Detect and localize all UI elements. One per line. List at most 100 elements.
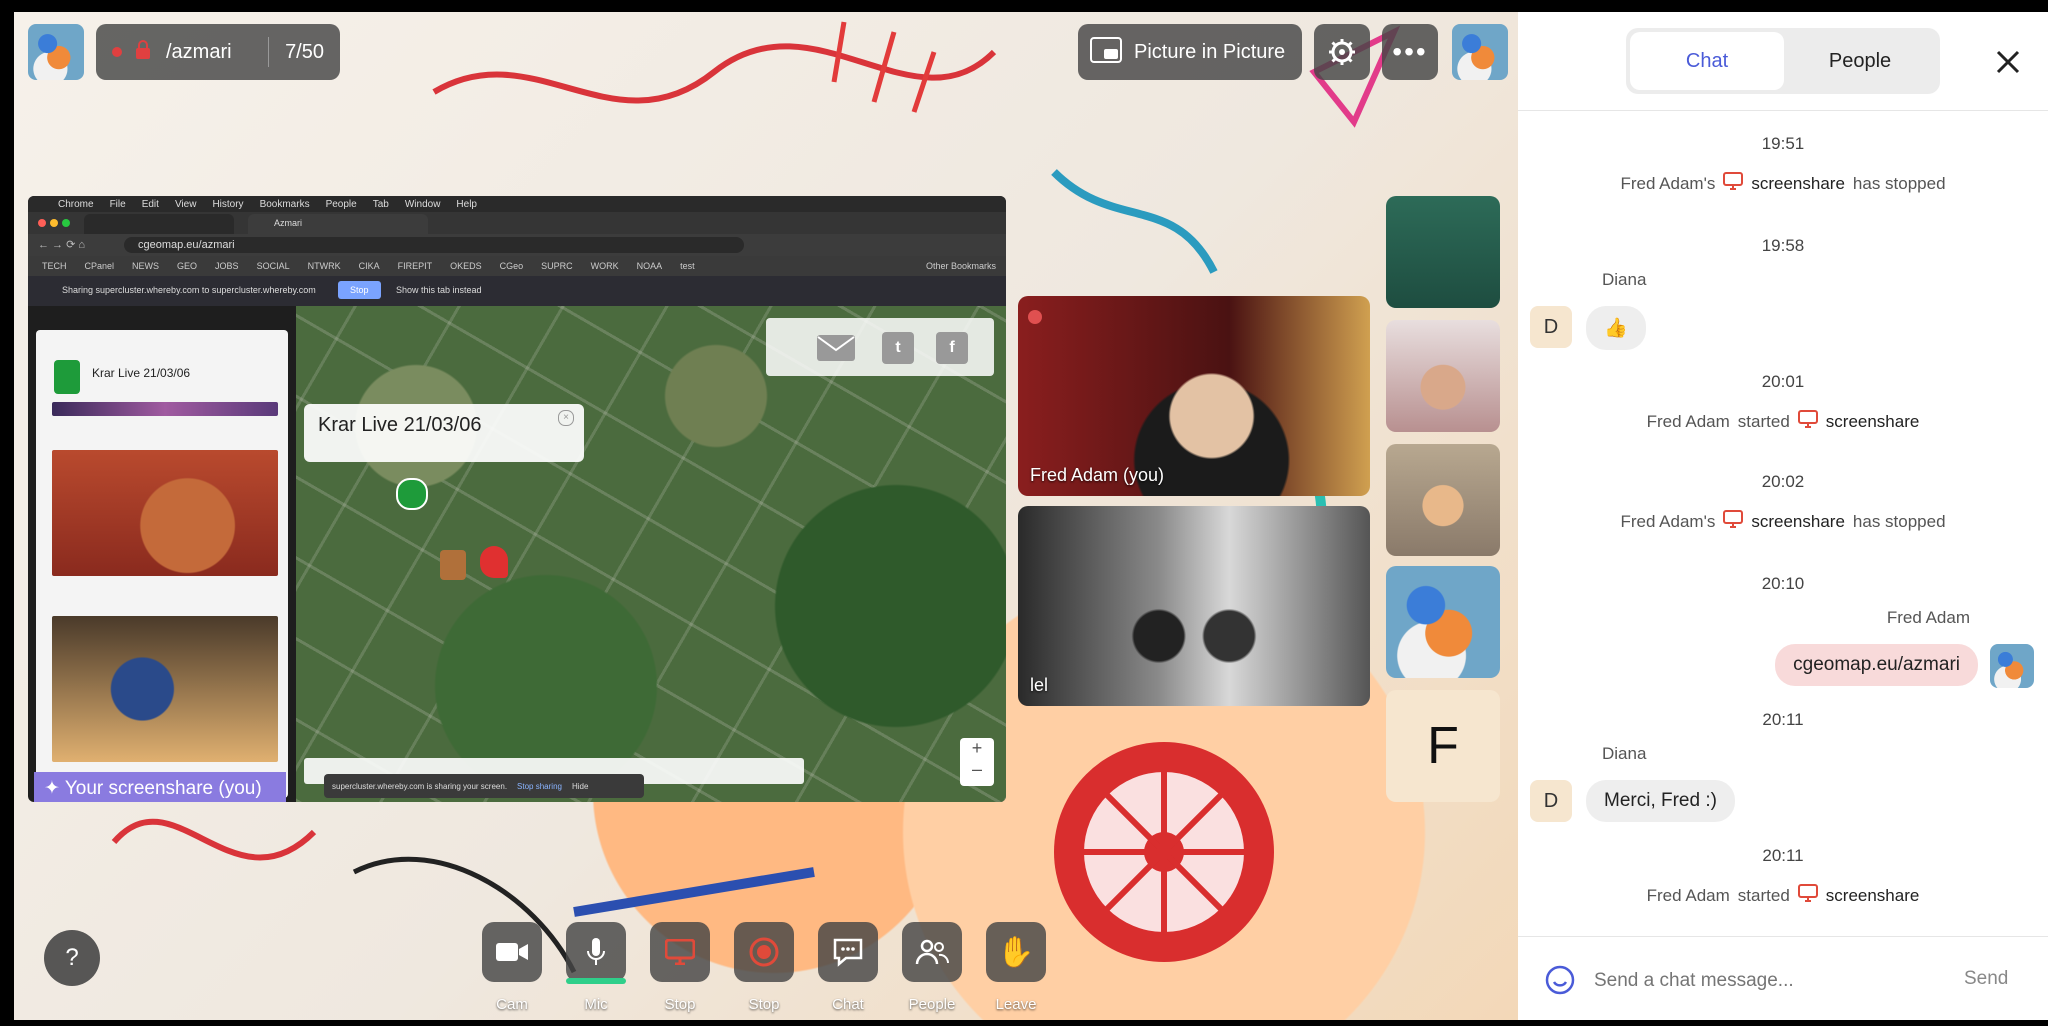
bookmark: SOCIAL (256, 261, 290, 271)
mic-label: Mic (584, 996, 608, 1013)
system-message: Fred Adam started screenshare (1518, 884, 2048, 907)
chat-bubble-own: cgeomap.eu/azmari (1775, 644, 1978, 686)
chat-tab-switcher: Chat People (1626, 28, 1940, 94)
picture-in-picture-button[interactable]: Picture in Picture (1078, 24, 1302, 80)
system-message: Fred Adam's screenshare has stopped (1518, 510, 2048, 533)
system-message-item: screenshare (1751, 173, 1845, 193)
room-info-pill[interactable]: /azmari 7/50 (96, 24, 340, 80)
avatar-initial: D (1543, 789, 1559, 812)
screenshare-tile[interactable]: Chrome File Edit View History Bookmarks … (28, 196, 1006, 802)
tab-people[interactable]: People (1784, 32, 1936, 90)
sharing-notice-bar: Sharing supercluster.whereby.com to supe… (28, 276, 1006, 306)
avatar: D (1530, 780, 1572, 822)
screenshare-spark-icon: ✦ (44, 778, 65, 799)
zoom-controls: + – (960, 738, 994, 786)
system-message-name: Fred Adam's (1620, 511, 1716, 531)
close-dot-icon (38, 219, 46, 227)
address-bar: ← → ⟳ ⌂ cgeomap.eu/azmari (28, 234, 1006, 256)
help-button[interactable]: ? (44, 930, 100, 986)
bookmark: TECH (42, 261, 67, 271)
participant-thumb-initial[interactable]: F (1386, 690, 1500, 802)
chat-button[interactable] (818, 922, 878, 982)
menu-item: Chrome (58, 198, 94, 210)
mac-menu-bar: Chrome File Edit View History Bookmarks … (28, 196, 1006, 212)
close-icon: × (558, 410, 574, 426)
people-label: People (908, 996, 956, 1013)
menu-item: Bookmarks (259, 198, 310, 210)
more-button[interactable]: ••• (1382, 24, 1438, 80)
message-sender: Diana (1602, 744, 1647, 763)
menu-item: Help (456, 198, 477, 210)
cam-button[interactable] (482, 922, 542, 982)
chat-message-input[interactable] (1592, 960, 1956, 1002)
more-icon: ••• (1392, 36, 1428, 67)
bookmark: NOAA (636, 261, 663, 271)
stop-recording-button[interactable] (734, 922, 794, 982)
stop-screenshare-button[interactable] (650, 922, 710, 982)
zoom-dot-icon (62, 219, 70, 227)
map-marker-icon (396, 478, 428, 510)
send-button[interactable]: Send (1964, 968, 2008, 990)
divider (1518, 936, 2048, 937)
message-timestamp: 20:11 (1762, 710, 1804, 729)
system-message: Fred Adam's screenshare has stopped (1518, 172, 2048, 195)
tab-chat[interactable]: Chat (1630, 32, 1784, 90)
gear-icon (1329, 39, 1355, 65)
chat-bubble: Merci, Fred :) (1586, 780, 1735, 822)
participant-thumb[interactable] (1386, 320, 1500, 432)
close-chat-button[interactable] (1988, 42, 2028, 82)
system-message-name: Fred Adam (1646, 411, 1730, 431)
bookmark-other: Other Bookmarks (925, 261, 996, 271)
bookmark: NEWS (132, 261, 160, 271)
system-message-item: screenshare (1751, 511, 1845, 531)
settings-button[interactable] (1314, 24, 1370, 80)
people-button[interactable] (902, 922, 962, 982)
screen-icon (1723, 510, 1744, 533)
tile-name-label: lel (1030, 675, 1049, 695)
hide-button: Hide (571, 781, 589, 791)
leave-button[interactable]: ✋ (986, 922, 1046, 982)
email-icon (816, 334, 856, 367)
participant-initial: F (1427, 717, 1459, 775)
system-message-name: Fred Adam (1646, 885, 1730, 905)
menu-item: View (174, 198, 197, 210)
bookmarks-bar: TECH CPanel NEWS GEO JOBS SOCIAL NTWRK C… (28, 256, 1006, 276)
divider (268, 37, 270, 67)
cam-label: Cam (496, 996, 528, 1013)
record-icon (749, 937, 779, 967)
share-icons-panel: t f (766, 318, 994, 376)
participant-count: 7/50 (285, 40, 324, 63)
lock-icon (134, 39, 152, 65)
system-message-action: has stopped (1852, 173, 1946, 193)
system-message-action: started (1737, 885, 1790, 905)
menu-item: People (325, 198, 357, 210)
participant-thumb[interactable] (1386, 566, 1500, 678)
video-tile-fred[interactable]: Fred Adam (you) (1018, 296, 1370, 496)
mic-level-bar (566, 978, 626, 984)
close-icon (1996, 50, 2020, 74)
message-timestamp: 19:51 (1761, 134, 1805, 153)
leave-label: Leave (995, 996, 1037, 1013)
participant-thumb[interactable] (1386, 444, 1500, 556)
message-timestamp: 19:58 (1761, 236, 1805, 255)
marker-badge-icon (54, 360, 80, 394)
mic-button[interactable] (566, 922, 626, 982)
menu-item: History (212, 198, 244, 210)
participant-thumb[interactable] (1386, 196, 1500, 308)
pip-label: Picture in Picture (1134, 40, 1286, 63)
video-tile-lel[interactable]: lel (1018, 506, 1370, 706)
facebook-icon: f (936, 332, 968, 364)
message-timestamp: 20:01 (1761, 372, 1805, 391)
wave-hand-icon: ✋ (997, 935, 1035, 969)
chat-bubble: 👍 (1586, 306, 1646, 350)
self-avatar[interactable] (1452, 24, 1508, 80)
room-avatar[interactable] (28, 24, 84, 80)
system-message-item: screenshare (1825, 885, 1920, 905)
emoji-button[interactable] (1544, 964, 1576, 996)
mic-icon (587, 938, 605, 965)
stop-recording-label: Stop (748, 996, 780, 1013)
share-notice-text: supercluster.whereby.com is sharing your… (332, 781, 508, 791)
minimize-dot-icon (50, 219, 58, 227)
system-message-name: Fred Adam's (1620, 173, 1716, 193)
avatar (1990, 644, 2034, 688)
